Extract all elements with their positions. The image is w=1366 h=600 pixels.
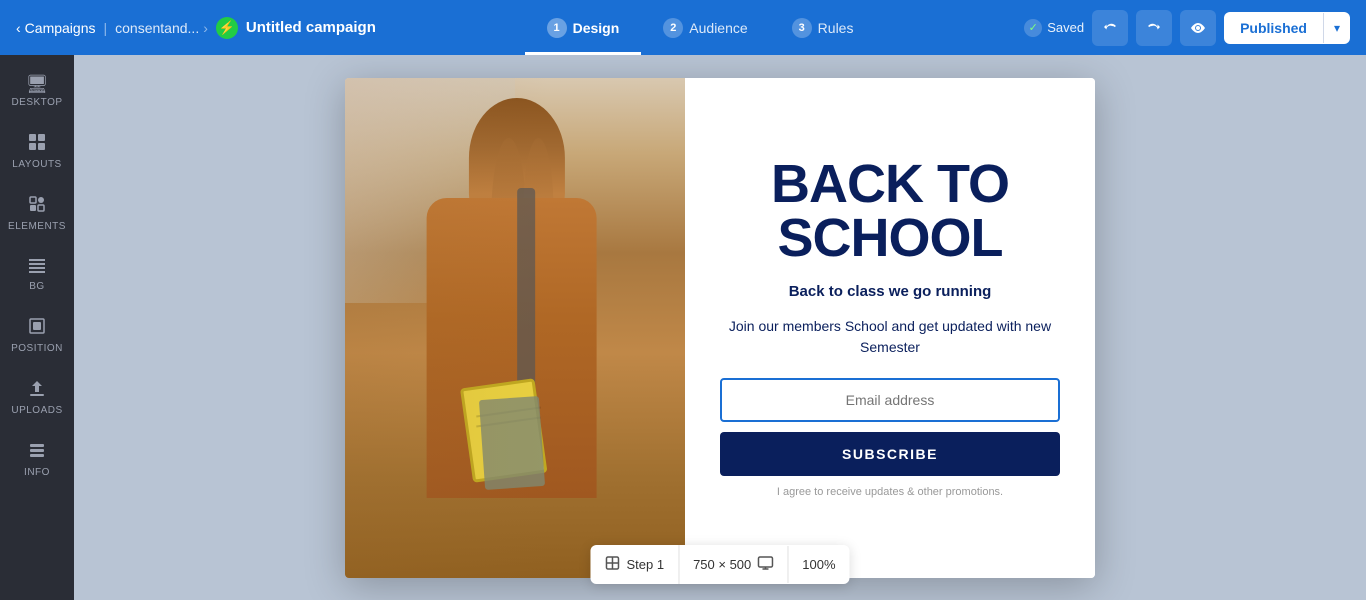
bottom-status-bar: Step 1 750 × 500 100%: [590, 545, 849, 584]
chevron-left-icon: ‹: [16, 20, 21, 36]
tab-rules-label: Rules: [818, 20, 854, 36]
main-layout: 🖥 DESKTOP LAYOUTS: [0, 55, 1366, 600]
desktop-icon: 🖥: [26, 75, 49, 93]
popup-subheadline: Back to class we go running: [789, 283, 992, 300]
zoom-indicator[interactable]: 100%: [788, 547, 849, 582]
bolt-icon: ⚡: [216, 17, 238, 39]
disclaimer-text: I agree to receive updates & other promo…: [777, 486, 1003, 498]
subscribe-button[interactable]: SUBSCRIBE: [720, 432, 1060, 476]
sidebar-label-elements: ELEMENTS: [8, 221, 66, 232]
sidebar-label-info: INFO: [24, 467, 50, 478]
monitor-icon: [757, 556, 773, 573]
info-icon: [27, 440, 47, 463]
uploads-icon: [27, 378, 47, 401]
sidebar-label-layouts: LAYOUTS: [12, 159, 61, 170]
campaigns-nav-link[interactable]: ‹ Campaigns: [16, 20, 96, 36]
sidebar-item-desktop[interactable]: 🖥 DESKTOP: [4, 65, 70, 118]
step-indicator[interactable]: Step 1: [590, 545, 679, 584]
publish-dropdown-button[interactable]: ▾: [1323, 13, 1350, 43]
dimensions-text: 750 × 500: [693, 557, 751, 572]
sidebar-label-bg: BG: [29, 281, 44, 292]
tab-rules-num: 3: [792, 18, 812, 38]
popup-image-section: [345, 78, 685, 578]
sidebar-item-position[interactable]: POSITION: [4, 306, 70, 364]
breadcrumb-area: ‹ Campaigns | consentand... › ⚡ Untitled…: [16, 17, 376, 39]
sidebar-item-elements[interactable]: ELEMENTS: [4, 184, 70, 242]
sidebar-item-uploads[interactable]: UPLOADS: [4, 368, 70, 426]
tab-design-num: 1: [547, 18, 567, 38]
tab-audience[interactable]: 2 Audience: [641, 0, 769, 55]
undo-icon: [1102, 20, 1118, 36]
sidebar-item-info[interactable]: INFO: [4, 430, 70, 488]
popup-body-text: Join our members School and get updated …: [720, 316, 1060, 358]
sidebar-label-uploads: UPLOADS: [11, 405, 62, 416]
popup-content-section: BACK TO SCHOOL Back to class we go runni…: [685, 78, 1095, 578]
position-icon: [27, 316, 47, 339]
step-tabs: 1 Design 2 Audience 3 Rules: [384, 0, 1016, 55]
saved-status: ✓ Saved: [1024, 19, 1084, 37]
layouts-icon: [27, 132, 47, 155]
popup-headline: BACK TO SCHOOL: [720, 157, 1060, 265]
zoom-label: 100%: [802, 557, 835, 572]
breadcrumb-separator: |: [104, 20, 108, 36]
canvas-area: BACK TO SCHOOL Back to class we go runni…: [74, 55, 1366, 600]
undo-button[interactable]: [1092, 10, 1128, 46]
saved-label: Saved: [1047, 20, 1084, 35]
chevron-right-icon: ›: [203, 20, 208, 36]
eye-icon: [1190, 20, 1206, 36]
popup-preview: BACK TO SCHOOL Back to class we go runni…: [345, 78, 1095, 578]
saved-check-icon: ✓: [1024, 19, 1042, 37]
email-input[interactable]: [720, 378, 1060, 422]
sidebar-label-desktop: DESKTOP: [11, 97, 62, 108]
tab-audience-label: Audience: [689, 20, 747, 36]
chevron-down-icon: ▾: [1334, 21, 1340, 35]
sidebar-item-layouts[interactable]: LAYOUTS: [4, 122, 70, 180]
top-navigation: ‹ Campaigns | consentand... › ⚡ Untitled…: [0, 0, 1366, 55]
publish-button-group[interactable]: Published ▾: [1224, 12, 1350, 44]
tab-audience-num: 2: [663, 18, 683, 38]
preview-button[interactable]: [1180, 10, 1216, 46]
bg-icon: [27, 256, 47, 277]
redo-icon: [1146, 20, 1162, 36]
elements-icon: [27, 194, 47, 217]
tab-rules[interactable]: 3 Rules: [770, 0, 876, 55]
publish-main-button[interactable]: Published: [1224, 12, 1323, 44]
sidebar-item-bg[interactable]: BG: [4, 246, 70, 302]
campaigns-label: Campaigns: [25, 20, 96, 36]
redo-button[interactable]: [1136, 10, 1172, 46]
dimensions-indicator: 750 × 500: [679, 546, 788, 583]
step-label: Step 1: [626, 557, 664, 572]
campaign-title[interactable]: Untitled campaign: [246, 19, 376, 36]
nav-actions: ✓ Saved Published ▾: [1024, 10, 1350, 46]
tab-design-label: Design: [573, 20, 620, 36]
step-icon: [604, 555, 620, 574]
tab-design[interactable]: 1 Design: [525, 0, 642, 55]
breadcrumb-text: consentand...: [115, 20, 199, 36]
sidebar-label-position: POSITION: [11, 343, 63, 354]
left-sidebar: 🖥 DESKTOP LAYOUTS: [0, 55, 74, 600]
breadcrumb-link[interactable]: consentand... ›: [115, 20, 208, 36]
